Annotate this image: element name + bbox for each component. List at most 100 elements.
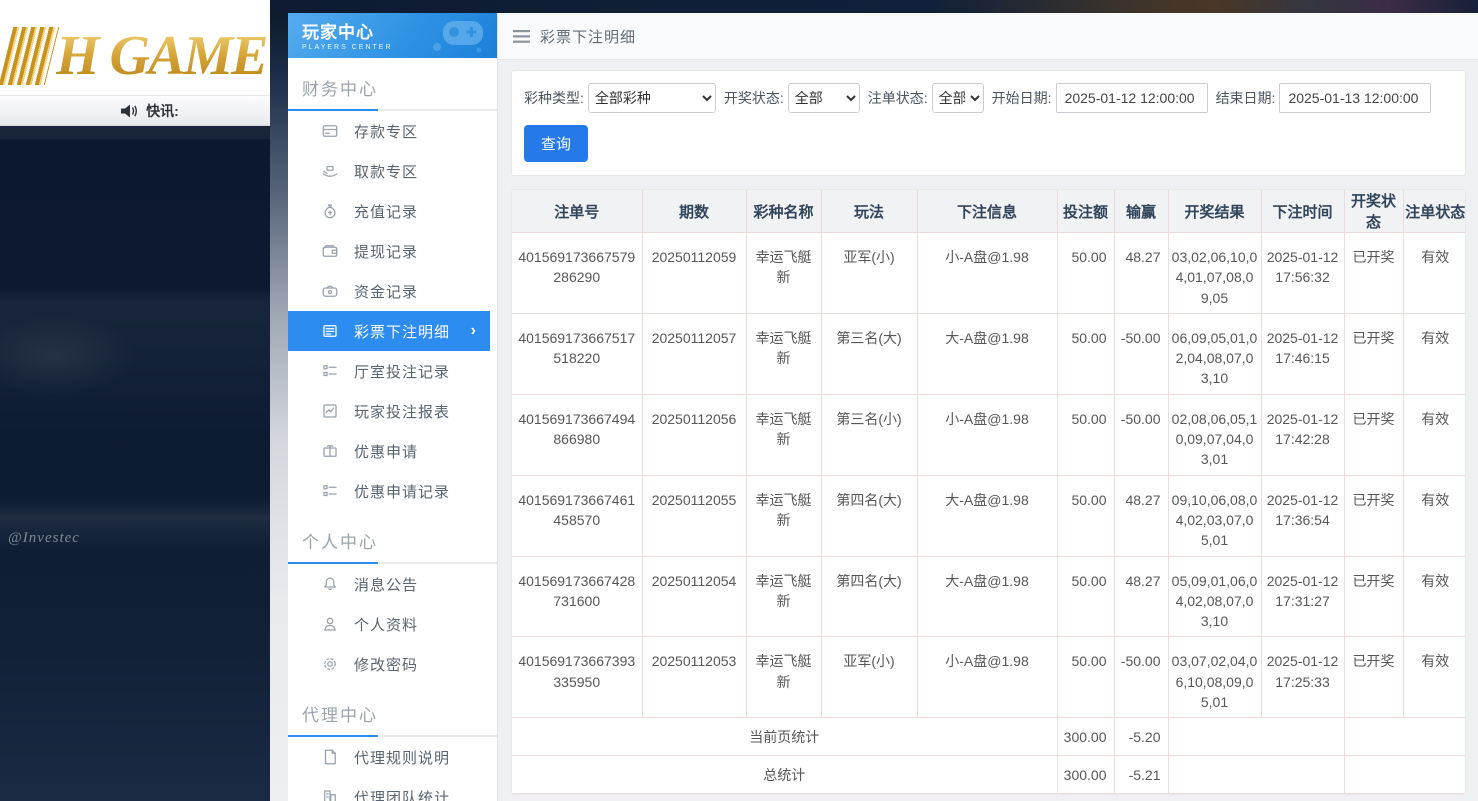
user-icon	[321, 615, 339, 633]
section-divider	[288, 562, 497, 564]
cell-order-status: 有效	[1403, 475, 1466, 556]
table-row: 40156917366739333595020250112053幸运飞艇新亚军(…	[512, 637, 1466, 718]
cell-order-no: 401569173667517518220	[512, 313, 642, 394]
cell-bet-info: 大-A盘@1.98	[917, 313, 1057, 394]
section-title: 财务中心	[302, 75, 483, 100]
brand-panel: H GAME 快讯: @Investec	[0, 0, 270, 801]
section-title: 代理中心	[302, 701, 483, 726]
cell-bet-amount: 50.00	[1057, 475, 1114, 556]
sidebar-item-充值记录[interactable]: 充值记录	[288, 191, 497, 231]
search-button[interactable]: 查询	[524, 125, 588, 162]
list-icon	[321, 362, 339, 380]
table-header-row: 注单号期数彩种名称玩法下注信息投注额输赢开奖结果下注时间开奖状态注单状态	[512, 190, 1466, 233]
cell-period: 20250112054	[642, 556, 746, 637]
total-stats-win-total: -5.21	[1114, 756, 1168, 794]
lottery-type-label: 彩种类型:	[524, 88, 584, 108]
cell-play-type: 第三名(小)	[821, 394, 917, 475]
total-stats-bet-total: 300.00	[1057, 756, 1114, 794]
main-content: 彩种类型: 全部彩种 开奖状态: 全部 注单状态: 全部 开始日期: 结束日期:…	[498, 70, 1478, 801]
cell-order-no: 401569173667393335950	[512, 637, 642, 718]
hamburger-menu-icon[interactable]	[513, 30, 530, 43]
sidebar-item-存款专区[interactable]: 存款专区	[288, 111, 497, 151]
cell-bet-time: 2025-01-12 17:36:54	[1261, 475, 1344, 556]
cell-draw-status: 已开奖	[1344, 637, 1403, 718]
file-icon	[321, 748, 339, 766]
cell-bet-info: 大-A盘@1.98	[917, 475, 1057, 556]
sidebar-item-label: 个人资料	[354, 614, 418, 635]
sidebar-item-提现记录[interactable]: 提现记录	[288, 231, 497, 271]
sidebar-item-label: 玩家投注报表	[354, 401, 450, 422]
sidebar-item-玩家投注报表[interactable]: 玩家投注报表	[288, 391, 497, 431]
cell-win-loss: -50.00	[1114, 637, 1168, 718]
cell-play-type: 第四名(大)	[821, 475, 917, 556]
table-row: 40156917366751751822020250112057幸运飞艇新第三名…	[512, 313, 1466, 394]
cell-play-type: 亚军(小)	[821, 233, 917, 314]
cell-play-type: 亚军(小)	[821, 637, 917, 718]
table-row: 40156917366757928629020250112059幸运飞艇新亚军(…	[512, 233, 1466, 314]
bell-icon	[321, 575, 339, 593]
draw-status-select[interactable]: 全部	[788, 83, 860, 113]
col-header-期数: 期数	[642, 190, 746, 233]
list-icon	[321, 482, 339, 500]
draw-status-label: 开奖状态:	[724, 88, 784, 108]
cell-period: 20250112056	[642, 394, 746, 475]
sidebar: 玩家中心 PLAYERS CENTER 财务中心存款专区取款专区充值记录提现记录…	[288, 0, 498, 801]
sidebar-item-label: 取款专区	[354, 161, 418, 182]
sidebar-item-代理规则说明[interactable]: 代理规则说明	[288, 737, 497, 777]
section-divider	[288, 109, 497, 111]
speaker-icon	[121, 104, 138, 118]
cell-bet-amount: 50.00	[1057, 556, 1114, 637]
sidebar-item-label: 修改密码	[354, 654, 418, 675]
empty-cell	[1168, 756, 1344, 794]
col-header-玩法: 玩法	[821, 190, 917, 233]
sidebar-item-优惠申请记录[interactable]: 优惠申请记录	[288, 471, 497, 511]
cell-draw-result: 02,08,06,05,10,09,07,04,03,01	[1168, 394, 1261, 475]
col-header-投注额: 投注额	[1057, 190, 1114, 233]
cell-bet-amount: 50.00	[1057, 233, 1114, 314]
lottery-type-select[interactable]: 全部彩种	[588, 83, 716, 113]
start-date-input[interactable]	[1056, 83, 1208, 113]
page-stats-bet-total: 300.00	[1057, 718, 1114, 756]
cell-draw-status: 已开奖	[1344, 556, 1403, 637]
cell-bet-amount: 50.00	[1057, 313, 1114, 394]
page-stats-row: 当前页统计 300.00 -5.20	[512, 718, 1466, 756]
sidebar-item-代理团队统计[interactable]: 代理团队统计	[288, 777, 497, 801]
sidebar-item-个人资料[interactable]: 个人资料	[288, 604, 497, 644]
sidebar-item-取款专区[interactable]: 取款专区	[288, 151, 497, 191]
panel-gutter	[270, 0, 288, 801]
cell-play-type: 第四名(大)	[821, 556, 917, 637]
sidebar-item-厅室投注记录[interactable]: 厅室投注记录	[288, 351, 497, 391]
cell-order-no: 401569173667428731600	[512, 556, 642, 637]
order-status-select[interactable]: 全部	[932, 83, 984, 113]
sidebar-item-优惠申请[interactable]: 优惠申请	[288, 431, 497, 471]
cell-bet-time: 2025-01-12 17:46:15	[1261, 313, 1344, 394]
empty-cell	[1344, 718, 1466, 756]
cell-lottery-name: 幸运飞艇新	[746, 233, 821, 314]
end-date-input[interactable]	[1279, 83, 1431, 113]
sidebar-item-资金记录[interactable]: 资金记录	[288, 271, 497, 311]
cell-bet-amount: 50.00	[1057, 637, 1114, 718]
watermark-text: @Investec	[8, 530, 80, 547]
news-ticker-bar: 快讯:	[0, 96, 270, 126]
page-title: 彩票下注明细	[540, 26, 636, 47]
sidebar-item-修改密码[interactable]: 修改密码	[288, 644, 497, 684]
col-header-下注信息: 下注信息	[917, 190, 1057, 233]
sidebar-item-消息公告[interactable]: 消息公告	[288, 564, 497, 604]
main-topbar: 彩票下注明细	[498, 13, 1478, 60]
cell-order-status: 有效	[1403, 394, 1466, 475]
sidebar-item-label: 代理规则说明	[354, 747, 450, 768]
bet-detail-icon	[321, 322, 339, 340]
cell-draw-status: 已开奖	[1344, 394, 1403, 475]
sidebar-item-label: 存款专区	[354, 121, 418, 142]
sidebar-item-彩票下注明细[interactable]: 彩票下注明细›	[288, 311, 490, 351]
table-header: 注单号期数彩种名称玩法下注信息投注额输赢开奖结果下注时间开奖状态注单状态	[512, 190, 1466, 233]
cell-draw-result: 09,10,06,08,04,02,03,07,05,01	[1168, 475, 1261, 556]
sidebar-item-label: 代理团队统计	[354, 787, 450, 801]
sidebar-item-label: 消息公告	[354, 574, 418, 595]
cell-order-no: 401569173667579286290	[512, 233, 642, 314]
sidebar-item-label: 优惠申请记录	[354, 481, 450, 502]
cell-bet-time: 2025-01-12 17:31:27	[1261, 556, 1344, 637]
cell-bet-info: 小-A盘@1.98	[917, 394, 1057, 475]
page-stats-win-total: -5.20	[1114, 718, 1168, 756]
cell-win-loss: 48.27	[1114, 556, 1168, 637]
